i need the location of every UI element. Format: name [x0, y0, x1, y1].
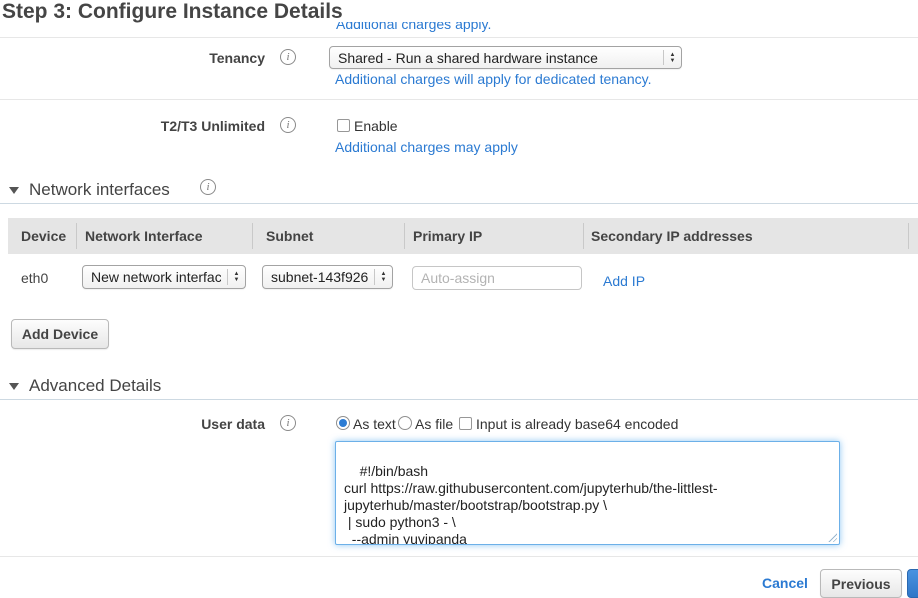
column-separator: [583, 223, 584, 249]
advanced-details-section-header[interactable]: Advanced Details: [9, 376, 161, 396]
previous-button-label: Previous: [831, 576, 890, 592]
user-data-info-icon[interactable]: i: [280, 415, 296, 431]
stepper-icon: ▲▼: [227, 269, 245, 285]
column-header-subnet: Subnet: [266, 228, 313, 244]
user-data-script: #!/bin/bash curl https://raw.githubuserc…: [344, 463, 718, 545]
divider: [0, 37, 918, 38]
base64-checkbox[interactable]: [459, 417, 472, 430]
subnet-select-value: subnet-143f9263: [271, 269, 368, 285]
tenancy-select[interactable]: Shared - Run a shared hardware instance …: [329, 46, 682, 69]
as-file-radio[interactable]: [398, 416, 412, 430]
column-separator: [252, 223, 253, 249]
add-device-button-label: Add Device: [22, 326, 98, 342]
footer-divider: [0, 556, 918, 557]
section-divider: [0, 399, 918, 400]
t2t3-charges-link[interactable]: Additional charges may apply: [335, 139, 518, 155]
configure-instance-page: Additional charges apply. Step 3: Config…: [0, 0, 918, 598]
device-cell: eth0: [21, 270, 48, 286]
primary-ip-input[interactable]: [412, 266, 582, 290]
collapse-triangle-icon: [9, 383, 19, 390]
column-separator: [404, 223, 405, 249]
base64-checkbox-label: Input is already base64 encoded: [476, 416, 678, 432]
add-ip-link[interactable]: Add IP: [603, 273, 645, 289]
dedicated-tenancy-charges-link[interactable]: Additional charges will apply for dedica…: [335, 71, 651, 87]
network-interfaces-section-header[interactable]: Network interfaces: [9, 180, 170, 200]
primary-action-button[interactable]: [907, 569, 918, 598]
network-interface-select[interactable]: New network interface ▲▼: [82, 265, 246, 289]
stepper-icon: ▲▼: [663, 50, 681, 65]
t2t3-info-icon[interactable]: i: [280, 117, 296, 133]
user-data-textarea[interactable]: #!/bin/bash curl https://raw.githubuserc…: [335, 441, 840, 545]
divider: [0, 99, 918, 100]
add-device-button[interactable]: Add Device: [11, 319, 109, 349]
column-separator: [76, 223, 77, 249]
radio-selected-dot: [339, 419, 347, 427]
tenancy-select-value: Shared - Run a shared hardware instance: [338, 50, 598, 66]
t2t3-enable-checkbox[interactable]: [337, 119, 350, 132]
column-header-network-interface: Network Interface: [85, 228, 202, 244]
advanced-details-heading: Advanced Details: [29, 376, 161, 395]
column-header-device: Device: [21, 228, 66, 244]
t2t3-enable-checkbox-label: Enable: [354, 118, 398, 134]
subnet-select[interactable]: subnet-143f9263 ▲▼: [262, 265, 393, 289]
stepper-icon: ▲▼: [374, 269, 392, 285]
tenancy-label: Tenancy: [0, 50, 265, 66]
network-interfaces-info-icon[interactable]: i: [200, 179, 216, 195]
page-title: Step 3: Configure Instance Details: [2, 0, 343, 24]
as-text-radio-label: As text: [353, 416, 396, 432]
column-header-primary-ip: Primary IP: [413, 228, 482, 244]
as-text-radio[interactable]: [336, 416, 350, 430]
column-header-secondary-ip: Secondary IP addresses: [591, 228, 753, 244]
tenancy-info-icon[interactable]: i: [280, 49, 296, 65]
collapse-triangle-icon: [9, 187, 19, 194]
column-separator: [908, 223, 909, 249]
user-data-label: User data: [0, 416, 265, 432]
t2t3-unlimited-label: T2/T3 Unlimited: [0, 118, 265, 134]
network-interface-select-value: New network interface: [91, 269, 221, 285]
as-file-radio-label: As file: [415, 416, 453, 432]
section-divider: [0, 203, 918, 204]
network-interfaces-heading: Network interfaces: [29, 180, 170, 199]
cancel-link[interactable]: Cancel: [762, 575, 808, 591]
misspelled-word: yuvipanda: [403, 531, 467, 545]
previous-button[interactable]: Previous: [820, 569, 902, 598]
resize-handle-icon[interactable]: [827, 532, 837, 542]
